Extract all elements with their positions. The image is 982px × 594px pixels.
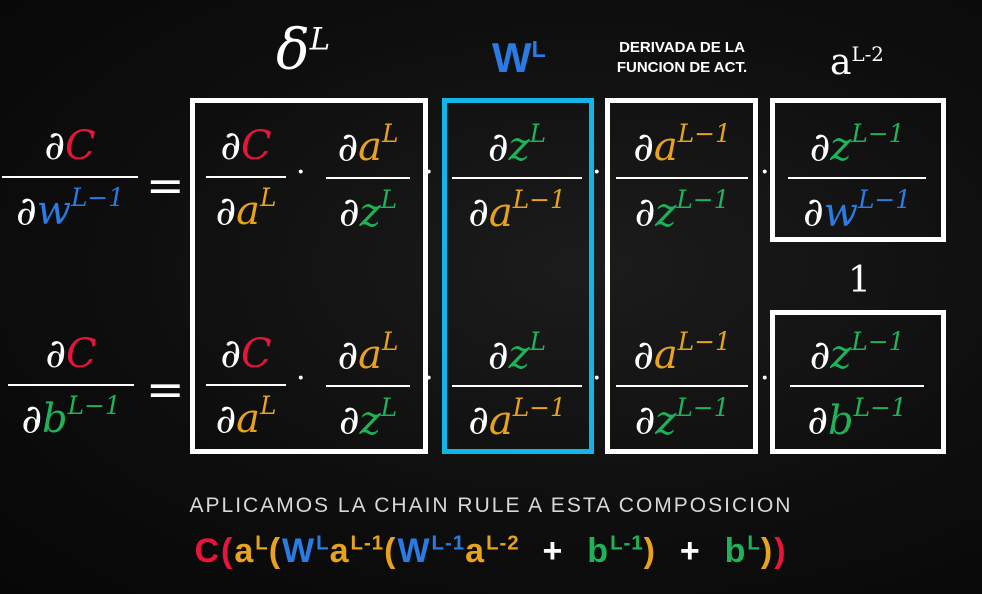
- activation-derivative-header: DERIVADA DE LA FUNCION DE ACT.: [616, 39, 748, 76]
- activation-a-L-2-header: aL-2: [830, 42, 884, 83]
- dz-da-fraction-1: ∂zL ∂aL−1: [452, 121, 582, 233]
- delta-L-header: δL: [276, 18, 331, 83]
- da-dz-prev-fraction-2: ∂aL−1 ∂zL−1: [616, 329, 748, 441]
- dC-da-fraction-1: ∂C ∂aL: [206, 126, 286, 231]
- dot-2c: ·: [592, 361, 602, 396]
- dot-1c: ·: [592, 155, 602, 190]
- da-dz-fraction-2: ∂aL ∂zL: [326, 329, 410, 441]
- dot-1d: ·: [760, 155, 770, 190]
- da-dz-prev-fraction-1: ∂aL−1 ∂zL−1: [616, 121, 748, 233]
- dC-dw-fraction: ∂C ∂wL−1: [2, 126, 138, 231]
- dot-2a: ·: [296, 361, 306, 396]
- one-label: 1: [848, 260, 871, 301]
- dz-da-fraction-2: ∂zL ∂aL−1: [452, 329, 582, 441]
- dC-da-fraction-2: ∂C ∂aL: [206, 334, 286, 439]
- dot-1a: ·: [296, 155, 306, 190]
- equals-sign-1: =: [146, 158, 185, 212]
- dC-db-fraction: ∂C ∂bL−1: [8, 334, 134, 439]
- dot-2b: ·: [424, 361, 434, 396]
- dz-dw-fraction: ∂zL−1 ∂wL−1: [788, 121, 926, 233]
- equals-sign-2: =: [146, 362, 185, 416]
- composition-formula: C(aL(WLaL-1(WL-1aL-2 + bL-1) + bL)): [194, 532, 788, 570]
- dz-db-fraction: ∂zL−1 ∂bL−1: [790, 329, 924, 441]
- chain-rule-caption: APLICAMOS LA CHAIN RULE A ESTA COMPOSICI…: [189, 494, 793, 517]
- dot-1b: ·: [424, 155, 434, 190]
- weight-W-L-header: WL: [492, 34, 546, 81]
- da-dz-fraction-1: ∂aL ∂zL: [326, 121, 410, 233]
- dot-2d: ·: [760, 361, 770, 396]
